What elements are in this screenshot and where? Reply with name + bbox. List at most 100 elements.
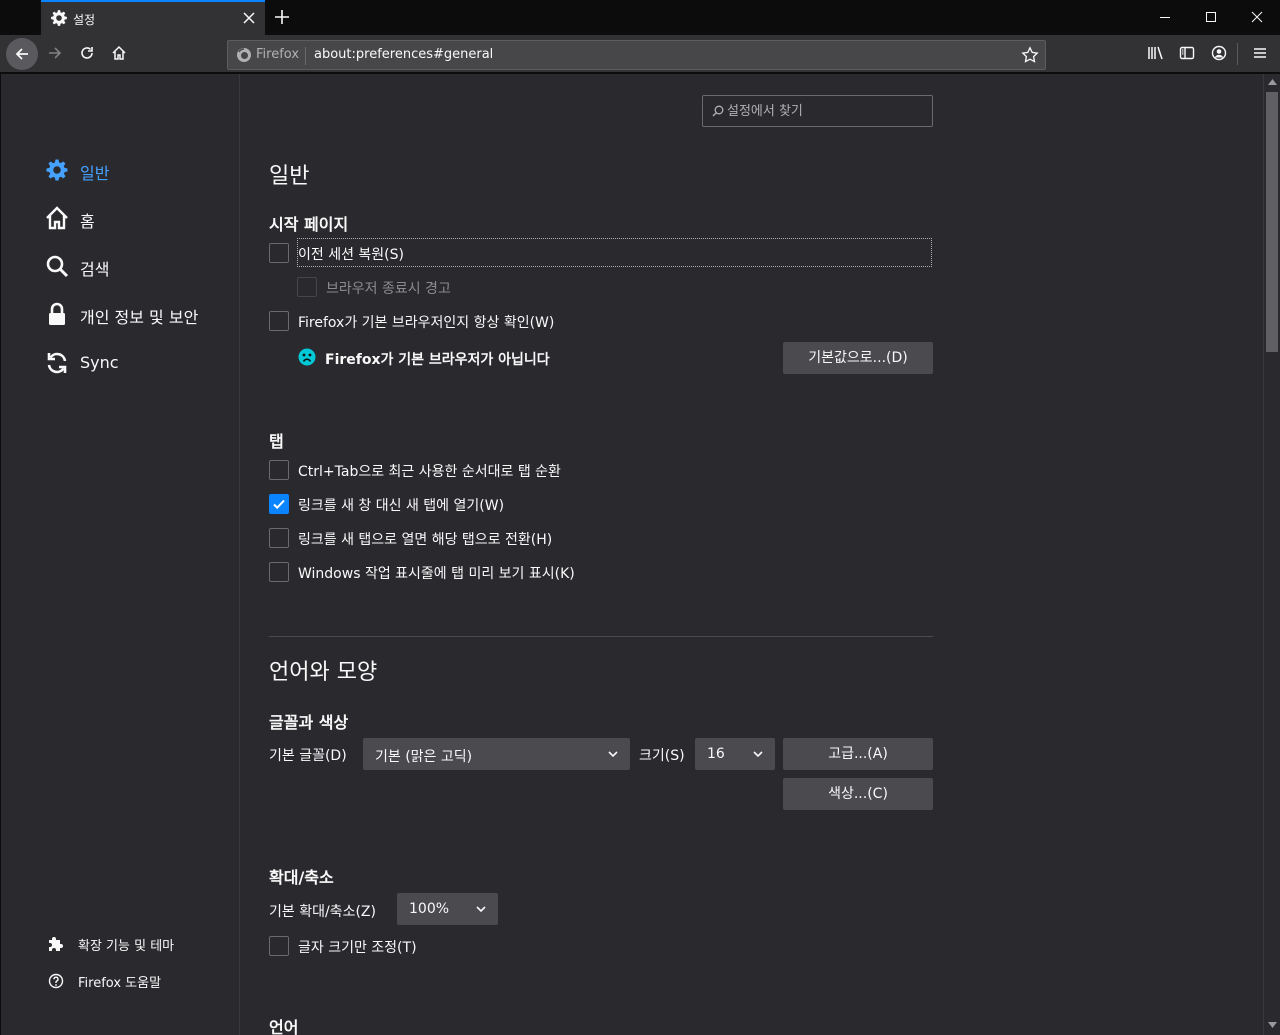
close-window-button[interactable] xyxy=(1234,0,1280,35)
select-value: 기본 (맑은 고딕) xyxy=(375,749,473,765)
checkbox xyxy=(297,277,317,297)
default-font-label: 기본 글꼴(D) xyxy=(269,748,347,764)
hamburger-menu-icon xyxy=(1254,48,1266,58)
home-icon xyxy=(112,45,126,60)
new-tab-icon[interactable] xyxy=(272,7,292,27)
sad-face-icon xyxy=(298,348,316,366)
menu-button[interactable] xyxy=(1245,38,1275,68)
sidebar-item-label: 홈 xyxy=(80,212,95,231)
firefox-logo-icon xyxy=(237,48,251,62)
sidebar-item-privacy[interactable]: 개인 정보 및 보안 xyxy=(45,300,235,328)
checkbox[interactable] xyxy=(269,494,289,514)
default-zoom-select[interactable]: 100% xyxy=(397,893,498,925)
colors-button[interactable]: 색상...(C) xyxy=(783,778,933,810)
gear-icon xyxy=(51,10,67,26)
startup-heading: 시작 페이지 xyxy=(269,215,349,234)
checkbox-label: 이전 세션 복원(S) xyxy=(298,247,404,263)
sidebar-icon xyxy=(1179,46,1195,60)
sidebar-item-addons[interactable]: 확장 기능 및 테마 xyxy=(48,934,238,954)
home-button[interactable] xyxy=(104,38,134,68)
sidebar-item-sync[interactable]: Sync xyxy=(45,349,235,377)
close-icon xyxy=(1251,11,1263,23)
tab-settings[interactable]: 설정 xyxy=(41,0,265,35)
scrollbar[interactable] xyxy=(1263,74,1280,1035)
puzzle-icon xyxy=(49,937,63,951)
search-input[interactable] xyxy=(727,101,922,121)
sidebar-item-label: 확장 기능 및 테마 xyxy=(78,939,175,954)
checkbox[interactable] xyxy=(269,528,289,548)
sidebar-item-label: 개인 정보 및 보안 xyxy=(80,308,199,327)
sidebar-item-general[interactable]: 일반 xyxy=(45,156,235,184)
checkbox-label: Windows 작업 표시줄에 탭 미리 보기 표시(K) xyxy=(298,566,575,582)
page-title: 일반 xyxy=(269,164,310,189)
bookmark-star-icon[interactable] xyxy=(1021,46,1039,64)
scroll-up-arrow-icon[interactable] xyxy=(1268,79,1277,85)
back-button[interactable] xyxy=(6,38,38,70)
forward-button[interactable] xyxy=(40,38,70,68)
select-value: 16 xyxy=(707,746,725,762)
reload-icon xyxy=(81,47,93,59)
sync-icon xyxy=(47,352,67,374)
chevron-down-icon xyxy=(608,751,618,758)
search-icon xyxy=(712,105,724,117)
minimize-icon xyxy=(1160,17,1170,18)
search-icon xyxy=(46,255,69,278)
scrollbar-thumb[interactable] xyxy=(1266,92,1278,352)
sidebar-item-label: 일반 xyxy=(80,164,110,183)
checkbox[interactable] xyxy=(269,936,289,956)
font-size-select[interactable]: 16 xyxy=(695,738,775,770)
checkbox[interactable] xyxy=(269,311,289,331)
sidebar-item-label: Sync xyxy=(80,353,119,372)
tab-title: 설정 xyxy=(73,13,96,27)
sidebar-item-help[interactable]: Firefox 도움말 xyxy=(48,971,238,991)
library-button[interactable] xyxy=(1140,38,1170,68)
select-value: 100% xyxy=(409,901,450,917)
search-field[interactable] xyxy=(702,95,933,127)
lock-icon xyxy=(49,302,65,325)
sidebar-toggle-button[interactable] xyxy=(1172,38,1202,68)
home-icon xyxy=(46,206,68,230)
font-size-label: 크기(S) xyxy=(639,748,685,764)
maximize-icon xyxy=(1206,12,1216,22)
tab-strip: 설정 xyxy=(0,0,1280,35)
checkbox[interactable] xyxy=(269,460,289,480)
minimize-button[interactable] xyxy=(1142,0,1188,35)
checkbox[interactable] xyxy=(269,243,289,263)
checkbox-label: 글자 크기만 조정(T) xyxy=(298,940,417,956)
close-tab-icon[interactable] xyxy=(241,10,257,26)
sidebar-item-search[interactable]: 검색 xyxy=(45,252,235,280)
identity-box[interactable]: Firefox xyxy=(234,46,304,64)
url-separator xyxy=(305,47,306,65)
advanced-fonts-button[interactable]: 고급...(A) xyxy=(783,738,933,770)
chevron-down-icon xyxy=(476,906,486,913)
help-icon xyxy=(48,973,64,989)
forward-arrow-icon xyxy=(49,47,62,59)
language-heading: 언어 xyxy=(269,1018,299,1035)
reload-button[interactable] xyxy=(72,38,102,68)
account-icon xyxy=(1211,45,1227,61)
identity-label: Firefox xyxy=(256,47,300,62)
zoom-heading: 확대/축소 xyxy=(269,868,334,887)
section-title: 언어와 모양 xyxy=(269,660,378,685)
scroll-down-arrow-icon[interactable] xyxy=(1268,1022,1277,1028)
gear-icon xyxy=(46,159,68,181)
sidebar-item-home[interactable]: 홈 xyxy=(45,204,235,232)
fonts-colors-heading: 글꼴과 색상 xyxy=(269,713,349,732)
chevron-down-icon xyxy=(753,751,763,758)
checkbox-label: 링크를 새 창 대신 새 탭에 열기(W) xyxy=(298,498,505,514)
sidebar-item-label: Firefox 도움말 xyxy=(78,976,162,991)
categories-sidebar: 일반 홈 검색 개인 정보 및 보안 Sync 확장 기능 및 테마 Firef… xyxy=(1,74,240,1035)
sidebar-item-label: 검색 xyxy=(80,260,110,279)
checkbox-label: Firefox가 기본 브라우저인지 항상 확인(W) xyxy=(298,315,555,331)
url-bar[interactable]: Firefox about:preferences#general xyxy=(227,40,1046,70)
library-icon xyxy=(1148,46,1163,60)
checkbox-label: 링크를 새 탭으로 열면 해당 탭으로 전환(H) xyxy=(298,532,553,548)
default-font-select[interactable]: 기본 (맑은 고딕) xyxy=(363,738,630,770)
url-text[interactable]: about:preferences#general xyxy=(314,47,493,62)
maximize-button[interactable] xyxy=(1188,0,1234,35)
checkbox[interactable] xyxy=(269,562,289,582)
account-button[interactable] xyxy=(1204,38,1234,68)
checkbox-label: 브라우저 종료시 경고 xyxy=(326,281,451,297)
set-default-button[interactable]: 기본값으로...(D) xyxy=(783,342,933,374)
checkbox-label: Ctrl+Tab으로 최근 사용한 순서대로 탭 순환 xyxy=(298,464,561,480)
